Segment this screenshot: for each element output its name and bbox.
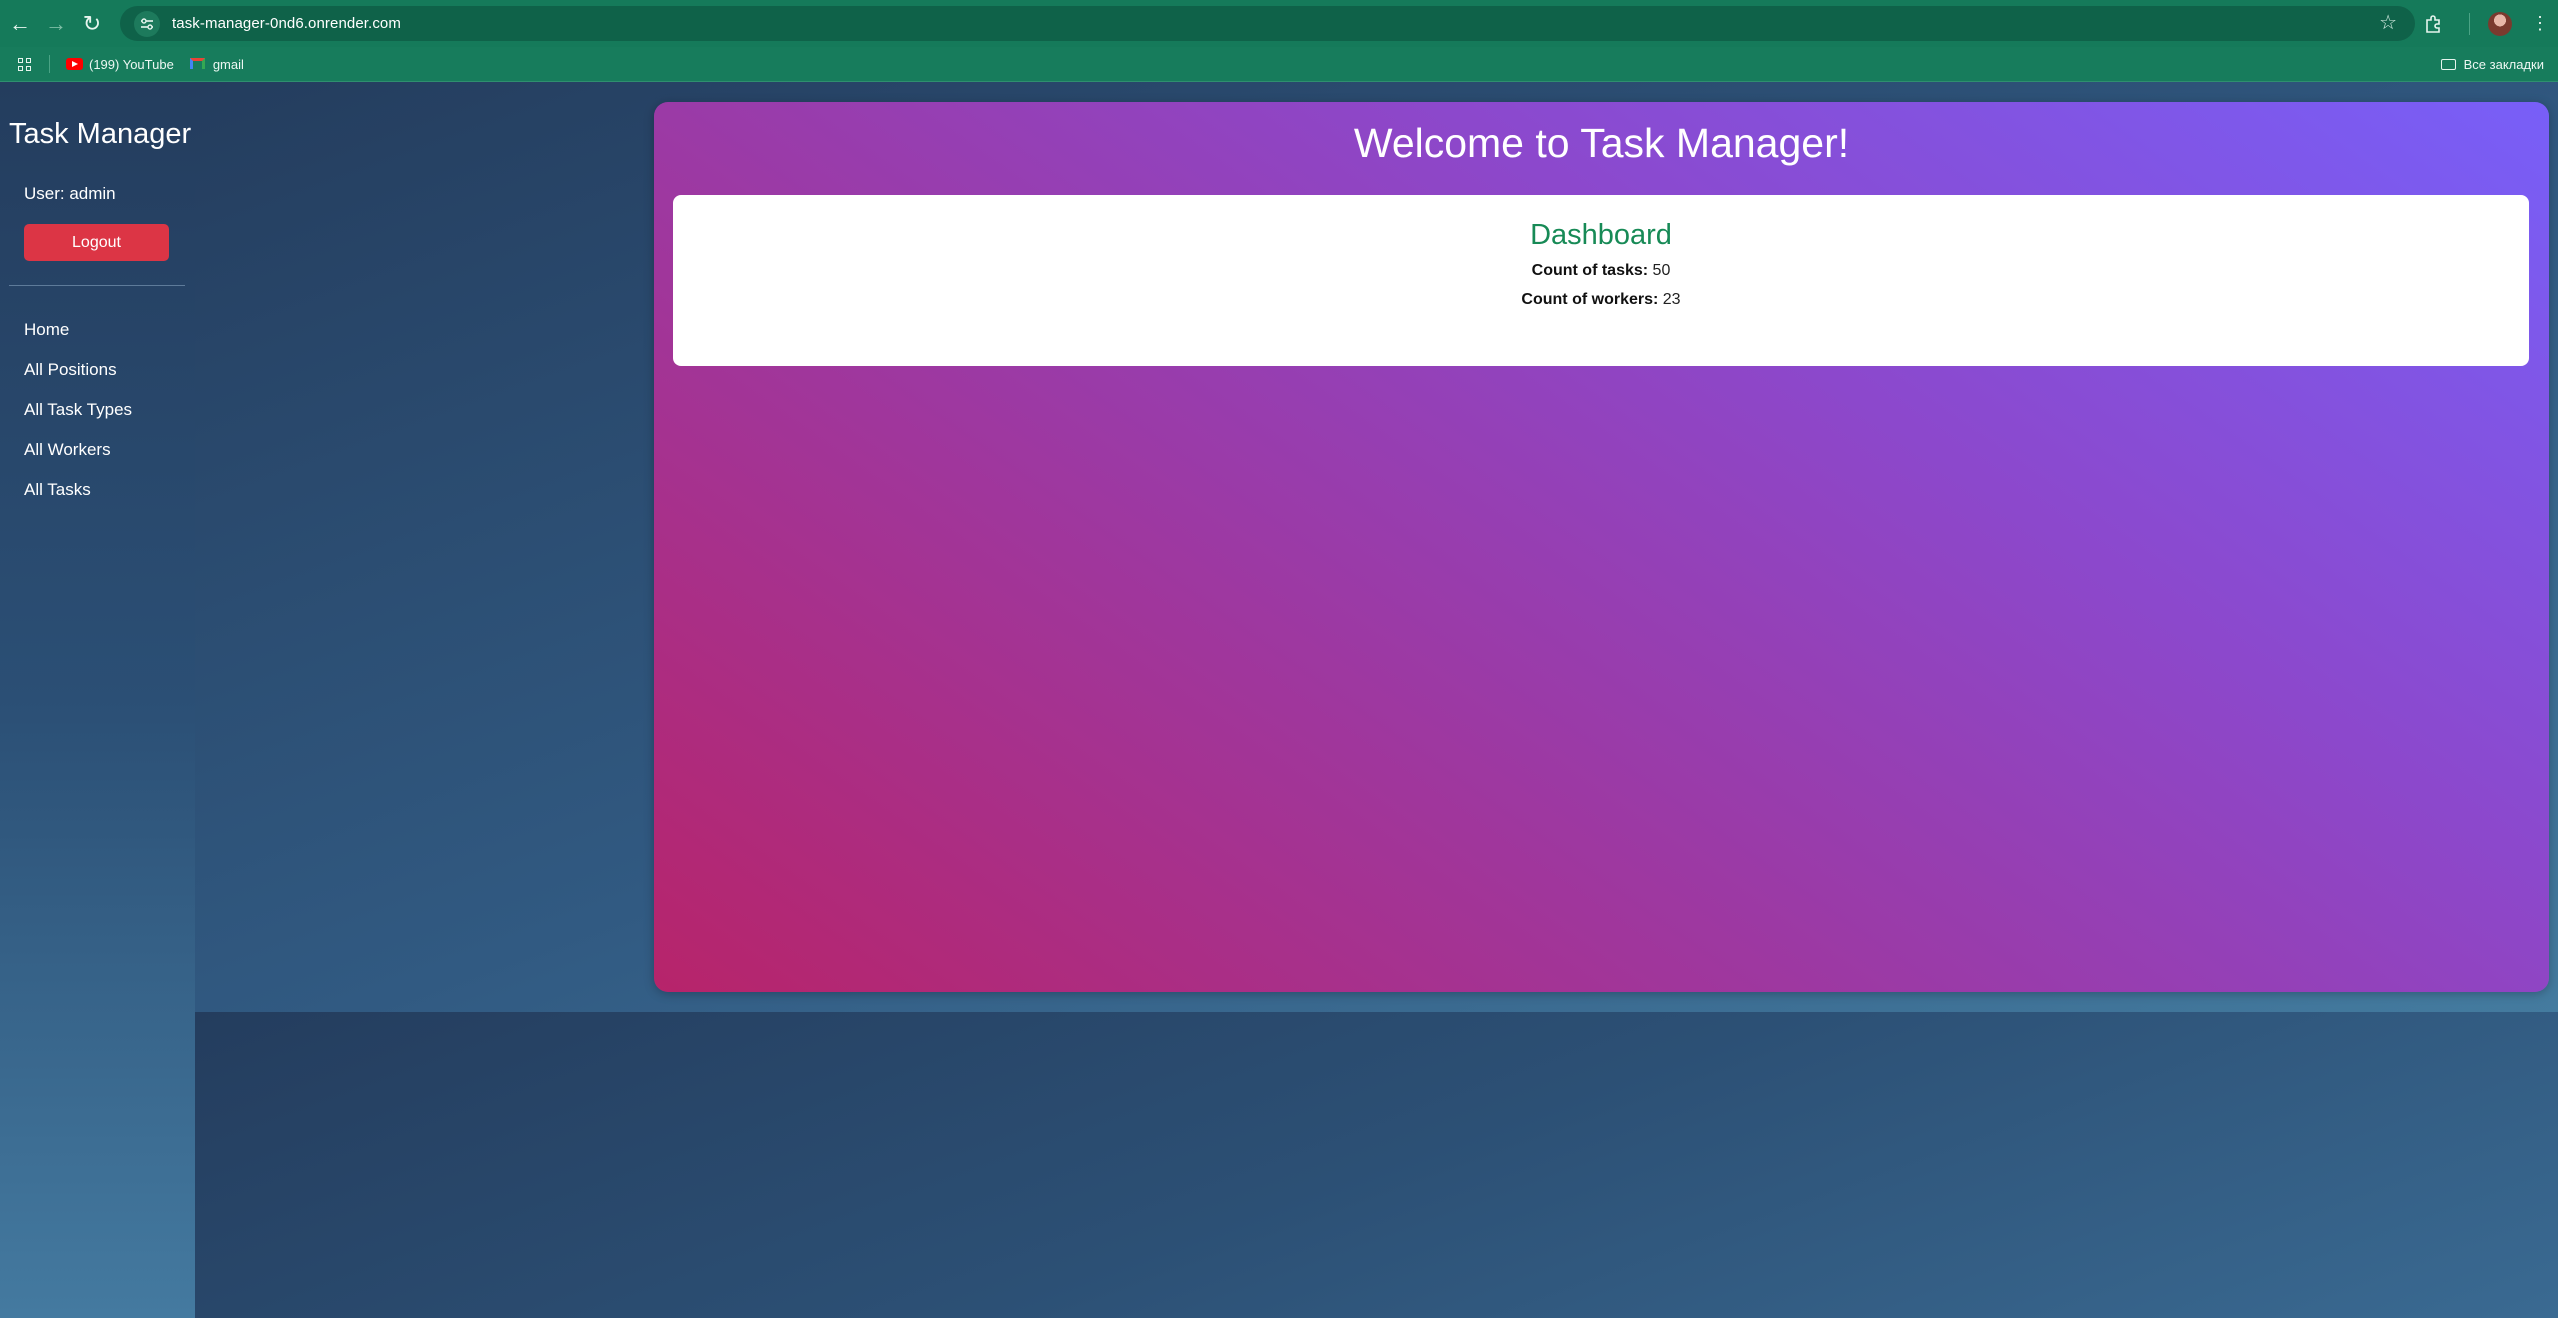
toolbar-right: ⋮ [2415, 0, 2558, 47]
welcome-heading: Welcome to Task Manager! [1353, 120, 1850, 166]
menu-kebab-icon[interactable]: ⋮ [2530, 6, 2550, 42]
tasks-count: Count of tasks: 50 [673, 262, 2529, 280]
site-info-icon[interactable] [134, 10, 160, 37]
welcome-card: Welcome to Task Manager! Dashboard Count… [654, 102, 2549, 992]
url-text[interactable]: task-manager-0nd6.onrender.com [172, 15, 401, 32]
page-background-lower [195, 1012, 2558, 1318]
nav-all-task-types[interactable]: All Task Types [24, 390, 132, 430]
toolbar-separator [2469, 12, 2470, 35]
sidebar-divider [9, 285, 185, 286]
sidebar: Task Manager User: admin Logout Home All… [0, 82, 195, 1318]
bookmark-gmail[interactable]: gmail [189, 56, 244, 72]
bookmarks-separator [49, 55, 50, 73]
extensions-icon[interactable] [2415, 6, 2451, 42]
all-bookmarks-button[interactable]: Все закладки [2440, 56, 2544, 72]
nav-all-positions[interactable]: All Positions [24, 350, 132, 390]
youtube-icon [66, 58, 83, 70]
dashboard-panel: Dashboard Count of tasks: 50 Count of wo… [673, 195, 2529, 366]
current-user: User: admin [24, 184, 116, 203]
gmail-icon [189, 58, 207, 70]
bookmark-star-icon[interactable]: ☆ [2379, 10, 2397, 35]
reload-icon[interactable]: ↻ [74, 6, 110, 42]
tasks-count-label: Count of tasks: [1531, 262, 1649, 279]
page: Task Manager User: admin Logout Home All… [0, 82, 2558, 1318]
nav-buttons: ← → ↻ [2, 6, 110, 42]
back-icon[interactable]: ← [2, 6, 38, 42]
logout-button[interactable]: Logout [24, 224, 169, 261]
brand-title[interactable]: Task Manager [9, 118, 191, 151]
nav-all-workers[interactable]: All Workers [24, 430, 132, 470]
workers-count: Count of workers: 23 [673, 291, 2529, 309]
sidebar-nav: Home All Positions All Task Types All Wo… [24, 310, 132, 510]
bookmarks-bar: (199) YouTube gmail Все закладки [0, 47, 2558, 82]
browser-toolbar: ← → ↻ task-manager-0nd6.onrender.com ☆ ⋮ [0, 0, 2558, 47]
profile-avatar-icon[interactable] [2488, 11, 2512, 36]
nav-home[interactable]: Home [24, 310, 132, 350]
workers-count-label: Count of workers: [1521, 291, 1659, 308]
workers-count-value: 23 [1662, 291, 1681, 308]
nav-all-tasks[interactable]: All Tasks [24, 470, 132, 510]
forward-icon[interactable]: → [38, 6, 74, 42]
dashboard-title: Dashboard [1530, 219, 1672, 251]
folder-icon [2440, 58, 2456, 70]
apps-grid-icon[interactable] [18, 57, 31, 71]
bookmark-gmail-label: gmail [212, 56, 244, 72]
all-bookmarks-label: Все закладки [2463, 56, 2544, 72]
address-bar[interactable]: task-manager-0nd6.onrender.com ☆ [120, 6, 2415, 41]
bookmark-youtube[interactable]: (199) YouTube [66, 57, 174, 72]
tasks-count-value: 50 [1652, 262, 1671, 279]
content-area: Welcome to Task Manager! Dashboard Count… [195, 82, 2558, 1012]
bookmark-youtube-label: (199) YouTube [89, 56, 174, 72]
